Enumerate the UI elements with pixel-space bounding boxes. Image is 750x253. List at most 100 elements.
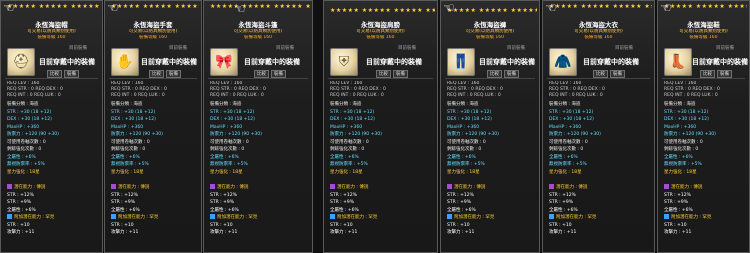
divider — [547, 78, 650, 79]
compare-buttons: 比較 裝備 — [700, 70, 734, 78]
compare-button[interactable]: 比較 — [47, 70, 62, 78]
item-name: 永恆海盜肩膀 — [361, 21, 400, 29]
wearing-hint: 目前裝備 — [69, 46, 87, 51]
potential-section: 潛在能力 : 傳說 STR : +12% STR : +9% 全屬性 : +6% 附… — [447, 184, 495, 235]
item-icon-hat: ⛑ — [7, 48, 35, 76]
compare-button[interactable]: 比較 — [149, 70, 164, 78]
item-level-note: 裝備等級 160 — [138, 35, 168, 40]
item-icon-shoes: 👢 — [664, 48, 692, 76]
item-tooltip-cape: ★★★★★ ★★★★★ ★★★★★ ★★★ 永恆海盜斗篷 可交易(以防具類別使用… — [203, 0, 313, 253]
star-force-stars: ★★★★★ ★★★★★ ★★★★★ ★★★ — [447, 7, 537, 14]
wearing-hint: 目前裝備 — [398, 46, 416, 51]
requirements: REQ LEV : 160 REQ STR : 0 REQ DEX : 0 REQ … — [210, 81, 266, 98]
item-name: 永恆海盜手套 — [133, 21, 173, 29]
item-name: 永恆海盜斗篷 — [238, 21, 278, 29]
compare-button[interactable]: 比較 — [700, 70, 715, 78]
item-icon-shoulder: ⛨ — [330, 48, 358, 76]
item-level-note: 裝備等級 160 — [584, 35, 613, 40]
star-force-stars: ★★★★★ ★★★★★ ★★★★★ ★★★ — [664, 3, 747, 10]
potential-section: 潛在能力 : 傳說 STR : +12% STR : +9% 全屬性 : +6% 附… — [330, 184, 378, 235]
compare-buttons: 比較 裝備 — [487, 70, 521, 78]
hand-cursor-icon: ☜ — [443, 1, 455, 16]
potential-section: 潛在能力 : 傳說 STR : +12% STR : +9% 全屬性 : +6% 附… — [7, 184, 55, 235]
hand-cursor-icon: ☜ — [660, 1, 672, 16]
wearing-header: 目前穿戴中的裝備 — [39, 58, 95, 66]
divider — [328, 78, 433, 79]
item-tooltip-shoulder: ★★★★★ ★★★★★ ★★★★★ ★★★ 永恆海盜肩膀 可交易(以防具類別使用… — [323, 0, 438, 253]
item-level-note: 裝備等級 160 — [243, 35, 273, 40]
stat-list: 裝備分類 : 海盜 STR : +30 (18 +12) DEX : +30 (18… — [7, 102, 59, 175]
item-icon-cape: 🎀 — [210, 48, 238, 76]
stat-list: 裝備分類 : 海盜 STR : +30 (18 +12) DEX : +30 (18… — [330, 102, 382, 175]
requirements: REQ LEV : 160 REQ STR : 0 REQ DEX : 0 REQ … — [7, 81, 63, 98]
item-level-note: 裝備等級 160 — [366, 35, 395, 40]
stat-list: 裝備分類 : 海盜 STR : +30 (18 +12) DEX : +30 (18… — [549, 102, 601, 175]
item-tooltip-hat: ★★★★★ ★★★★★ ★★★★★ ★★★ 永恆海盜帽 可交易(以防具類別使用)… — [0, 0, 103, 253]
item-tooltip-gloves: ★★★★★ ★★★★★ ★★★★★ ★★★ 永恆海盜手套 可交易(以防具類別使用… — [104, 0, 202, 253]
item-name: 永恆海盜鞋 — [687, 21, 720, 29]
wearing-header: 目前穿戴中的裝備 — [244, 58, 300, 66]
item-level-note: 裝備等級 160 — [475, 35, 505, 40]
potential-section: 潛在能力 : 傳說 STR : +12% STR : +9% 全屬性 : +6% 附… — [549, 184, 597, 235]
equip-button[interactable]: 裝備 — [504, 70, 519, 78]
equip-button[interactable]: 裝備 — [64, 70, 79, 78]
hand-cursor-icon: ☜ — [107, 1, 119, 16]
equip-button[interactable]: 裝備 — [271, 70, 286, 78]
compare-buttons: 比較 裝備 — [254, 70, 288, 78]
equip-button[interactable]: 裝備 — [393, 70, 408, 78]
compare-button[interactable]: 比較 — [593, 70, 608, 78]
star-force-stars: ★★★★★ ★★★★★ ★★★★★ ★★★ — [330, 7, 435, 14]
wearing-header: 目前穿戴中的裝備 — [692, 58, 748, 66]
item-icon-gloves: ✋ — [111, 48, 139, 76]
wearing-hint: 目前裝備 — [507, 46, 525, 51]
hand-cursor-icon: ☜ — [545, 1, 557, 16]
potential-section: 潛在能力 : 傳說 STR : +12% STR : +9% 全屬性 : +6% 附… — [664, 184, 712, 235]
wearing-hint: 目前裝備 — [716, 46, 734, 51]
wearing-header: 目前穿戴中的裝備 — [583, 58, 639, 66]
item-tooltip-pants: ★★★★★ ★★★★★ ★★★★★ ★★★ 永恆海盜褲 可交易(以防具類別使用)… — [440, 0, 540, 253]
divider — [208, 78, 308, 79]
potential-section: 潛在能力 : 傳說 STR : +12% STR : +9% 全屬性 : +6% 附… — [210, 184, 258, 235]
wearing-header: 目前穿戴中的裝備 — [366, 58, 422, 66]
potential-section: 潛在能力 : 傳說 STR : +12% STR : +9% 全屬性 : +6% 附… — [111, 184, 159, 235]
wearing-hint: 目前裝備 — [615, 46, 633, 51]
star-force-stars: ★★★★★ ★★★★★ ★★★★★ ★★★ — [549, 3, 652, 10]
compare-button[interactable]: 比較 — [376, 70, 391, 78]
requirements: REQ LEV : 160 REQ STR : 0 REQ DEX : 0 REQ … — [111, 81, 167, 98]
stat-list: 裝備分類 : 海盜 STR : +30 (18 +12) DEX : +30 (18… — [664, 102, 716, 175]
compare-buttons: 比較 裝備 — [47, 70, 81, 78]
item-tooltip-shoes: ★★★★★ ★★★★★ ★★★★★ ★★★ 永恆海盜鞋 可交易(以防具類別使用)… — [657, 0, 750, 253]
wearing-header: 目前穿戴中的裝備 — [141, 58, 197, 66]
divider — [662, 78, 745, 79]
stat-list: 裝備分類 : 海盜 STR : +30 (18 +12) DEX : +30 (18… — [210, 102, 262, 175]
star-force-stars: ★★★★★ ★★★★★ ★★★★★ ★★★ — [7, 3, 100, 10]
item-tooltip-coat: ★★★★★ ★★★★★ ★★★★★ ★★★ 永恆海盜大衣 可交易(以防具類別使用… — [542, 0, 655, 253]
requirements: REQ LEV : 160 REQ STR : 0 REQ DEX : 0 REQ … — [447, 81, 503, 98]
compare-button[interactable]: 比較 — [487, 70, 502, 78]
divider — [109, 78, 197, 79]
compare-buttons: 比較 裝備 — [376, 70, 410, 78]
equip-button[interactable]: 裝備 — [610, 70, 625, 78]
wearing-hint: 目前裝備 — [276, 46, 294, 51]
item-name: 永恆海盜褲 — [473, 21, 507, 29]
equip-button[interactable]: 裝備 — [717, 70, 732, 78]
compare-buttons: 比較 裝備 — [149, 70, 183, 78]
stat-list: 裝備分類 : 海盜 STR : +30 (18 +12) DEX : +30 (18… — [447, 102, 499, 175]
hand-cursor-icon: ☜ — [3, 1, 15, 16]
compare-button[interactable]: 比較 — [254, 70, 269, 78]
item-icon-coat: 🧥 — [549, 48, 577, 76]
hand-cursor-icon: ☜ — [234, 2, 246, 17]
item-name: 永恆海盜大衣 — [579, 21, 618, 29]
divider — [5, 78, 98, 79]
compare-buttons: 比較 裝備 — [593, 70, 627, 78]
star-force-stars: ★★★★★ ★★★★★ ★★★★★ ★★★ — [111, 3, 199, 10]
divider — [445, 78, 535, 79]
requirements: REQ LEV : 160 REQ STR : 0 REQ DEX : 0 REQ … — [330, 81, 386, 98]
requirements: REQ LEV : 160 REQ STR : 0 REQ DEX : 0 REQ … — [549, 81, 605, 98]
item-icon-pants: 👖 — [447, 48, 475, 76]
equip-button[interactable]: 裝備 — [166, 70, 181, 78]
item-level-note: 裝備等級 160 — [689, 35, 718, 40]
stat-list: 裝備分類 : 海盜 STR : +30 (18 +12) DEX : +30 (18… — [111, 102, 163, 175]
item-name: 永恆海盜帽 — [35, 21, 68, 29]
star-force-stars: ★★★★★ ★★★★★ ★★★★★ ★★★ — [210, 3, 310, 10]
